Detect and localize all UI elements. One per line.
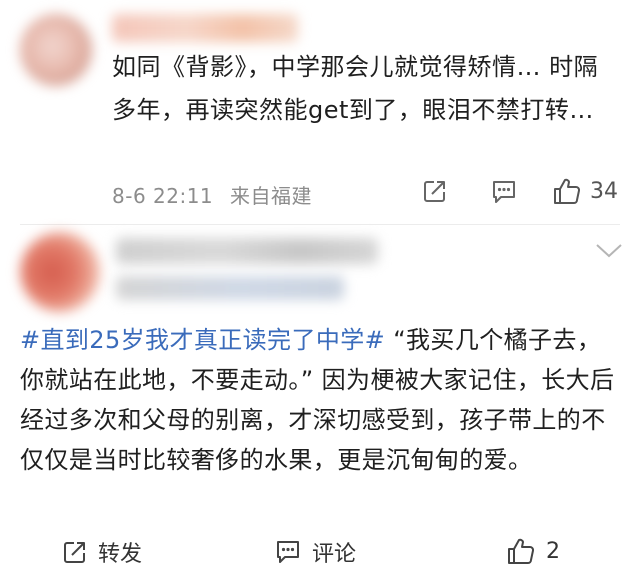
timestamp: 8-6 22:11 xyxy=(112,184,214,208)
like-count: 2 xyxy=(546,538,560,564)
like-button[interactable]: 2 xyxy=(506,536,560,566)
more-options-button[interactable] xyxy=(594,242,624,264)
divider xyxy=(20,224,620,225)
avatar[interactable] xyxy=(20,14,92,86)
like-count: 34 xyxy=(590,178,618,204)
comment-meta: 8-6 22:11 来自福建 xyxy=(112,180,312,209)
user-info-blurred xyxy=(116,276,344,300)
comment-button[interactable]: 评论 xyxy=(274,536,356,568)
comment-text: 如同《背影》，中学那会儿就觉得矫情… 时隔多年，再读突然能get到了，眼泪不禁打… xyxy=(112,53,599,124)
share-button[interactable] xyxy=(422,178,448,204)
location: 来自福建 xyxy=(230,184,313,208)
repost-label: 转发 xyxy=(98,542,143,567)
post-text: #直到25岁我才真正读完了中学# “我买几个橘子去，你就站在此地，不要走动。” … xyxy=(20,320,624,480)
share-icon xyxy=(424,181,445,202)
like-button[interactable]: 34 xyxy=(552,176,618,206)
comment-button[interactable] xyxy=(490,178,518,206)
comment-icon xyxy=(493,181,515,203)
thumbs-up-icon xyxy=(508,538,534,564)
action-bar: 转发 评论 2 xyxy=(0,530,640,574)
avatar[interactable] xyxy=(20,232,100,312)
comment-label: 评论 xyxy=(312,542,357,567)
share-icon xyxy=(64,542,85,563)
username-blurred[interactable] xyxy=(116,238,378,264)
chevron-down-icon xyxy=(596,244,622,258)
thumbs-up-icon xyxy=(554,178,580,204)
repost-button[interactable]: 转发 xyxy=(62,536,142,568)
hashtag-link[interactable]: #直到25岁我才真正读完了中学# xyxy=(20,326,385,354)
comment-icon xyxy=(277,541,299,563)
username-blurred[interactable] xyxy=(112,14,298,42)
